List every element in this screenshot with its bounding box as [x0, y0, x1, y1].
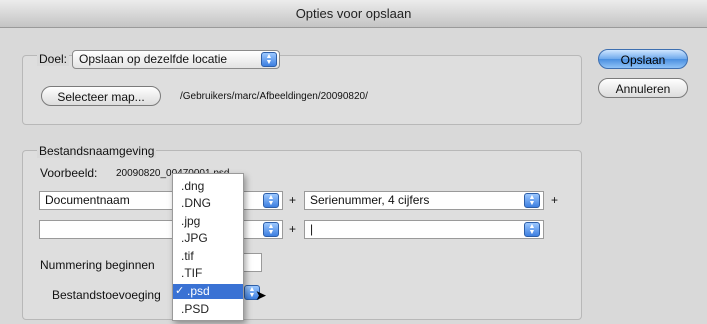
start-numbering-label: Nummering beginnen: [40, 258, 155, 272]
destination-path: /Gebruikers/marc/Afbeeldingen/20090820/: [180, 91, 368, 102]
select-folder-button[interactable]: Selecteer map...: [41, 86, 161, 106]
popup-arrows-icon: ▲ ▼: [263, 193, 279, 208]
destination-label: Doel:: [37, 52, 70, 66]
destination-location-value: Opslaan op dezelfde locatie: [79, 52, 228, 66]
window-title-bar: Opties voor opslaan: [0, 0, 707, 28]
destination-location-popup[interactable]: Opslaan op dezelfde locatie ▲ ▼: [72, 50, 280, 69]
menu-item-dng-lower[interactable]: .dng: [173, 179, 243, 194]
plus-sign: +: [551, 193, 559, 207]
name-part-2-value: Serienummer, 4 cijfers: [310, 193, 430, 207]
popup-arrows-icon: ▲ ▼: [261, 52, 277, 67]
name-part-2-dropdown[interactable]: Serienummer, 4 cijfers ▲ ▼: [304, 191, 544, 210]
extension-label: Bestandstoevoeging: [52, 288, 161, 302]
menu-item-psd-lower-label: .psd: [187, 284, 210, 298]
menu-item-jpg-lower[interactable]: .jpg: [173, 214, 243, 229]
window-title: Opties voor opslaan: [295, 6, 412, 21]
popup-arrows-icon: ▲ ▼: [263, 222, 279, 237]
example-label: Voorbeeld:: [40, 166, 98, 180]
menu-item-tif-upper[interactable]: .TIF: [173, 266, 243, 281]
menu-item-psd-lower[interactable]: ✓ .psd: [173, 284, 243, 299]
cancel-button[interactable]: Annuleren: [598, 78, 688, 98]
name-part-3-dropdown[interactable]: ▲ ▼: [39, 220, 283, 239]
mouse-cursor-icon: ➤: [255, 287, 267, 303]
menu-item-jpg-upper[interactable]: .JPG: [173, 231, 243, 246]
menu-item-tif-lower[interactable]: .tif: [173, 249, 243, 264]
naming-group-title: Bestandsnaamgeving: [37, 144, 157, 158]
menu-item-dng-upper[interactable]: .DNG: [173, 196, 243, 211]
menu-item-psd-upper[interactable]: .PSD: [173, 302, 243, 317]
popup-arrows-icon: ▲ ▼: [524, 222, 540, 237]
plus-sign: +: [289, 222, 297, 236]
name-part-1-value: Documentnaam: [45, 193, 130, 207]
name-part-4-dropdown[interactable]: | ▲ ▼: [304, 220, 544, 239]
plus-sign: +: [289, 193, 297, 207]
extension-dropdown-menu[interactable]: .dng .DNG .jpg .JPG .tif .TIF ✓ .psd .PS…: [172, 173, 244, 321]
popup-arrows-icon: ▲ ▼: [524, 193, 540, 208]
save-button[interactable]: Opslaan: [598, 49, 688, 69]
name-part-1-dropdown[interactable]: Documentnaam ▲ ▼: [39, 191, 283, 210]
checkmark-icon: ✓: [175, 285, 185, 297]
name-part-4-value: |: [310, 222, 314, 236]
